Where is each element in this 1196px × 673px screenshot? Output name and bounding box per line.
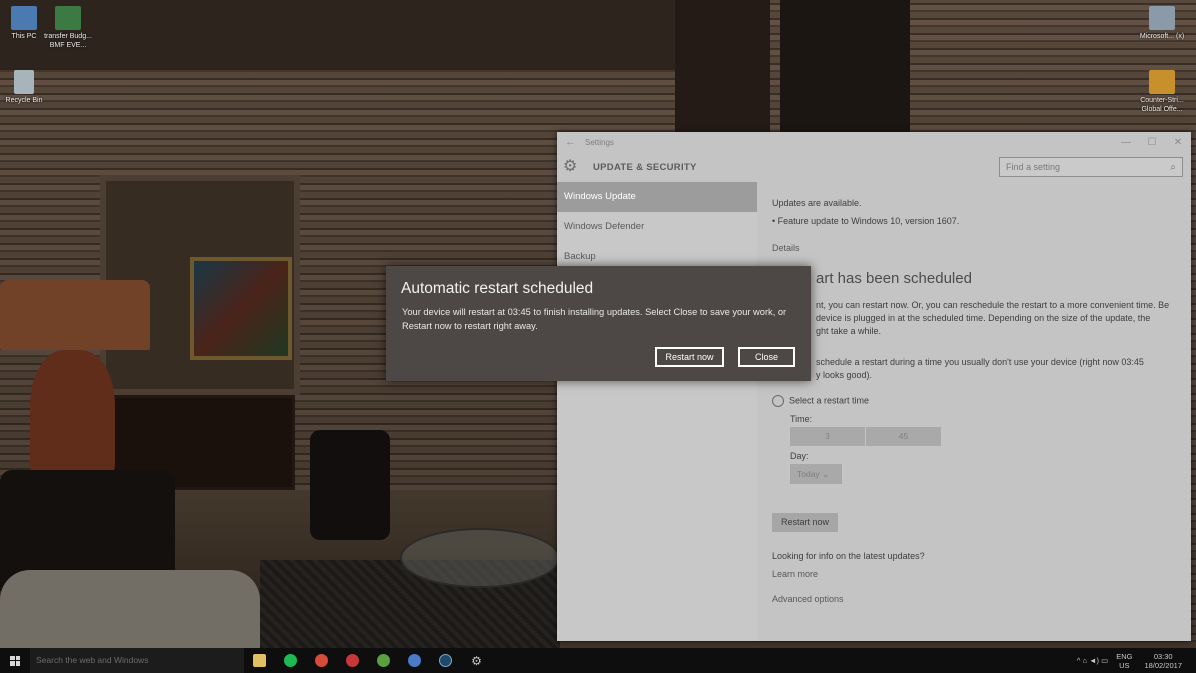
dialog-message: Your device will restart at 03:45 to fin… <box>402 307 787 331</box>
dialog-title: Automatic restart scheduled <box>401 280 594 297</box>
file-explorer-icon[interactable] <box>244 648 275 673</box>
search-input[interactable]: Find a setting ⌕ <box>999 157 1183 177</box>
back-arrow-icon[interactable]: ← <box>565 136 585 148</box>
settings-sidebar: Windows Update Windows Defender Backup <box>557 182 757 641</box>
close-window-button[interactable]: ✕ <box>1165 137 1191 148</box>
chevron-down-icon: ⌄ <box>822 469 830 479</box>
gear-icon: ⚙ <box>563 158 578 175</box>
settings-window: ← Settings — ☐ ✕ ⚙ UPDATE & SECURITY Fin… <box>557 132 1191 641</box>
schedule-paragraph: y looks good). <box>816 370 873 380</box>
search-icon: ⌕ <box>1170 161 1176 173</box>
restart-paragraph: device is plugged in at the scheduled ti… <box>816 313 1151 323</box>
hour-picker[interactable]: 3 <box>790 427 865 446</box>
csgo-icon <box>1149 70 1175 94</box>
recycle-bin-icon <box>14 70 34 94</box>
restart-heading: art has been scheduled <box>816 270 972 287</box>
taskbar: Search the web and Windows ⚙ ^ ⌂ ◄) ▭ EN… <box>0 648 1196 673</box>
restart-paragraph: ght take a while. <box>816 326 882 336</box>
restart-dialog: Automatic restart scheduled Your device … <box>386 266 811 381</box>
minute-picker[interactable]: 45 <box>866 427 941 446</box>
lang-region: US <box>1119 660 1130 670</box>
minimize-button[interactable]: — <box>1113 137 1139 148</box>
clock-time: 03:30 <box>1153 651 1173 661</box>
desktop-icon-this-pc[interactable]: This PC <box>0 6 48 41</box>
lang-code: ENG <box>1116 651 1133 661</box>
chrome-icon[interactable] <box>306 648 337 673</box>
advanced-options-link[interactable]: Advanced options <box>772 594 844 604</box>
desktop-icon-csgo[interactable]: Counter-Stri... Global Offe... <box>1138 70 1186 114</box>
page-title: UPDATE & SECURITY <box>593 161 697 173</box>
settings-gear-icon[interactable]: ⚙ <box>461 648 492 673</box>
dialog-close-button[interactable]: Close <box>738 347 795 367</box>
schedule-paragraph: schedule a restart during a time you usu… <box>816 357 1144 367</box>
settings-header: ⚙ UPDATE & SECURITY Find a setting ⌕ <box>557 152 1191 182</box>
dialog-restart-now-button[interactable]: Restart now <box>655 347 724 367</box>
app-red-icon[interactable] <box>337 648 368 673</box>
sidebar-item-windows-update[interactable]: Windows Update <box>557 182 757 212</box>
steam-icon[interactable] <box>430 648 461 673</box>
update-item: • Feature update to Windows 10, version … <box>772 216 960 226</box>
restart-time-option[interactable]: Select a restart time <box>772 395 869 407</box>
desktop-icon-excel-file[interactable]: transfer Budg... BMF EVE... <box>44 6 92 50</box>
day-label: Day: <box>790 451 809 461</box>
desktop-icon-recycle-bin[interactable]: Recycle Bin <box>0 70 48 105</box>
day-dropdown[interactable]: Today ⌄ <box>790 464 842 484</box>
computer-icon <box>11 6 37 30</box>
settings-content: Updates are available. • Feature update … <box>757 182 1191 641</box>
chrome-alt-icon[interactable] <box>399 648 430 673</box>
restart-paragraph: nt, you can restart now. Or, you can res… <box>816 300 1170 310</box>
clock-date: 18/02/2017 <box>1144 660 1182 670</box>
app-box-icon <box>1149 6 1175 30</box>
radio-label: Select a restart time <box>789 395 870 406</box>
time-label: Time: <box>790 414 813 424</box>
system-tray: ^ ⌂ ◄) ▭ ENG US 03:30 18/02/2017 <box>1077 648 1196 673</box>
sidebar-item-windows-defender[interactable]: Windows Defender <box>557 212 757 242</box>
restart-now-button[interactable]: Restart now <box>772 513 838 532</box>
windows-logo-icon <box>10 655 20 666</box>
info-text: Looking for info on the latest updates? <box>772 551 925 561</box>
language-indicator[interactable]: ENG US <box>1116 652 1132 670</box>
learn-more-link[interactable]: Learn more <box>772 569 818 579</box>
start-button[interactable] <box>0 648 30 673</box>
search-placeholder: Find a setting <box>1006 162 1061 172</box>
taskbar-search[interactable]: Search the web and Windows <box>30 648 244 673</box>
radio-button[interactable] <box>772 395 784 407</box>
clock[interactable]: 03:30 18/02/2017 <box>1144 652 1182 670</box>
maximize-button[interactable]: ☐ <box>1139 137 1165 148</box>
excel-file-icon <box>55 6 81 30</box>
desktop-icon-app[interactable]: Microsoft... (x) <box>1138 6 1186 41</box>
title-bar: ← Settings — ☐ ✕ <box>557 132 1191 152</box>
update-status: Updates are available. <box>772 198 862 208</box>
tray-icons[interactable]: ^ ⌂ ◄) ▭ <box>1077 656 1108 665</box>
spotify-icon[interactable] <box>275 648 306 673</box>
details-link[interactable]: Details <box>772 243 800 253</box>
day-value: Today <box>797 469 820 479</box>
app-green-icon[interactable] <box>368 648 399 673</box>
window-title: Settings <box>585 137 614 147</box>
